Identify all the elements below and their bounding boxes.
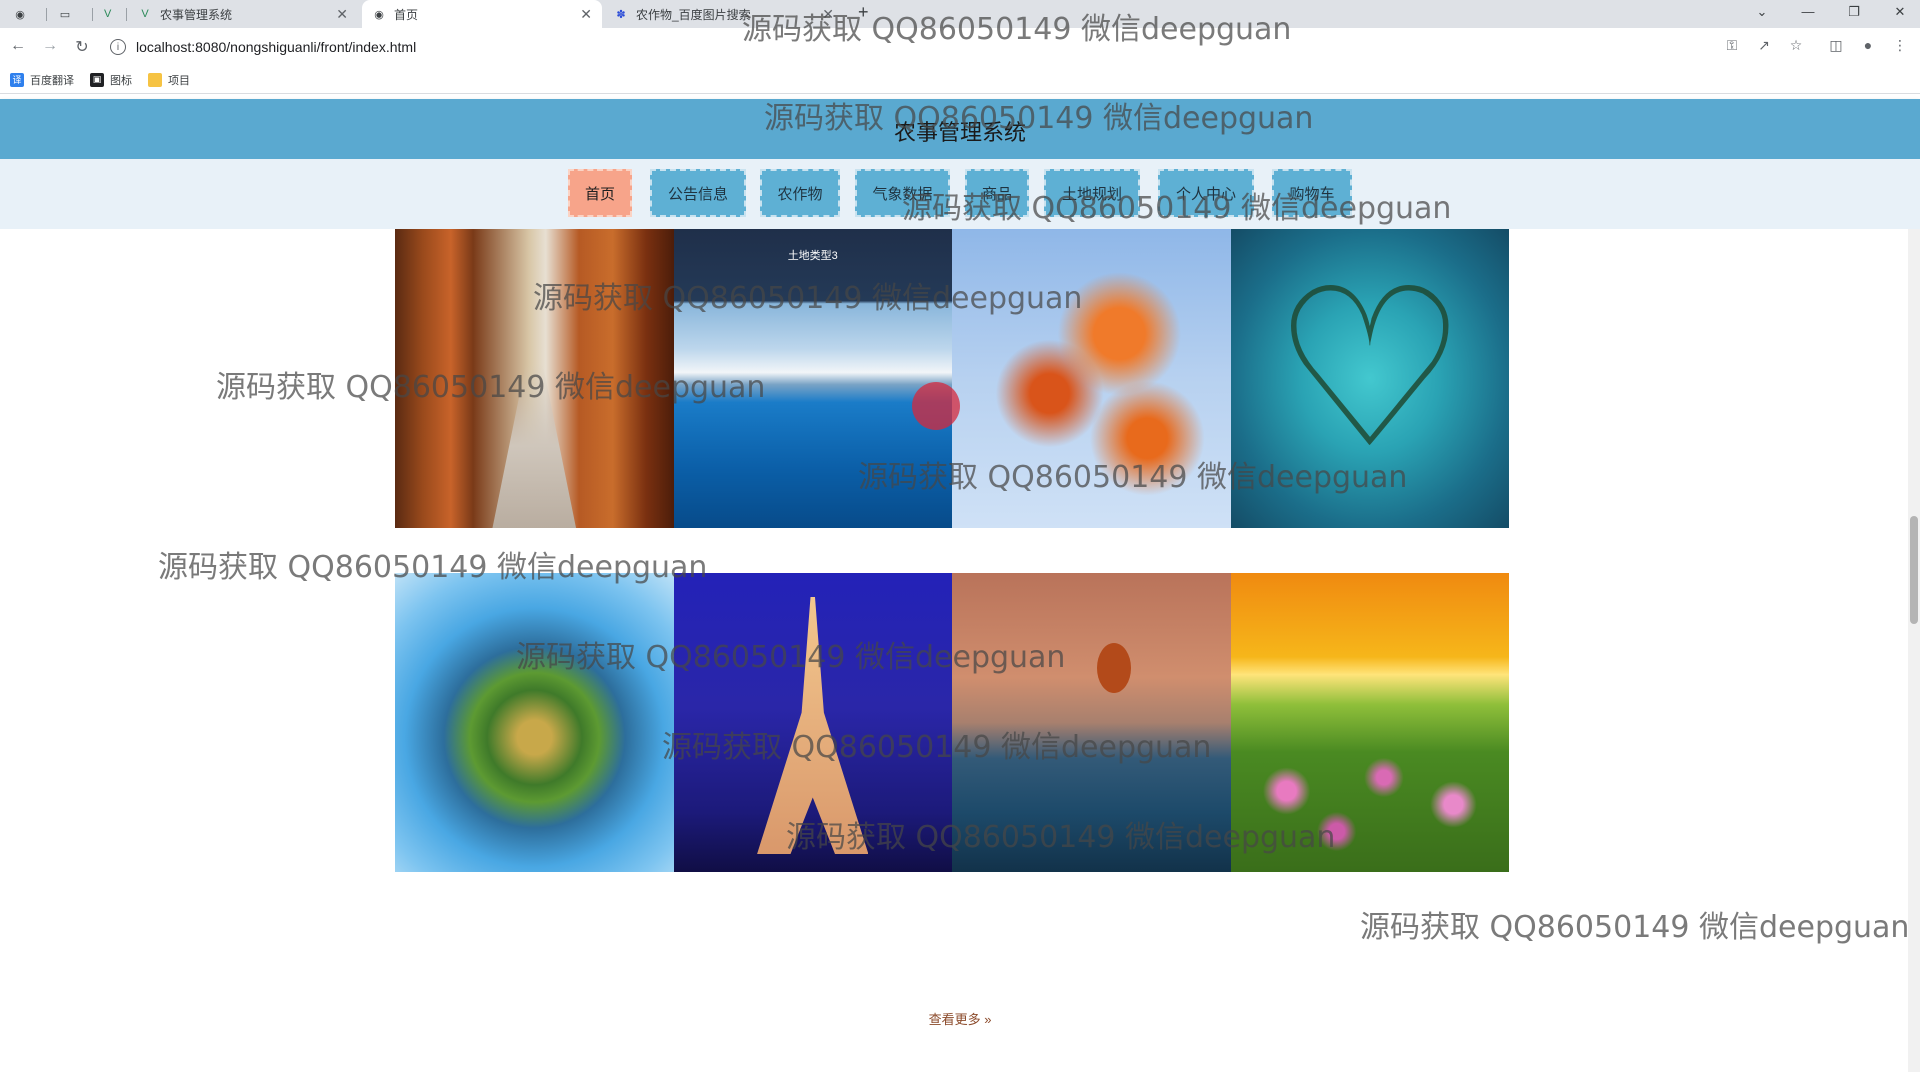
minimize-button[interactable]: — <box>1798 4 1818 19</box>
window-close-button[interactable]: ✕ <box>1890 4 1910 20</box>
nav-cart[interactable]: 购物车 <box>1272 169 1352 217</box>
card-corridor[interactable] <box>395 229 674 528</box>
nav-profile[interactable]: 个人中心 <box>1158 169 1254 217</box>
card-heart-island[interactable] <box>1230 229 1509 528</box>
watermark-text: 源码获取 QQ86050149 微信deepguan <box>1360 910 1910 945</box>
blank-icon: ▭ <box>59 8 71 21</box>
bookmark-label: 百度翻译 <box>30 74 74 87</box>
nav-home[interactable]: 首页 <box>568 169 632 217</box>
card-sunset[interactable] <box>1230 573 1509 872</box>
card-eiffel[interactable] <box>673 573 952 872</box>
side-panel-icon[interactable]: ◫ <box>1826 37 1846 54</box>
star-icon[interactable]: ☆ <box>1786 37 1806 54</box>
card-grid-row-1: 土地类型3 <box>395 229 1509 528</box>
back-icon[interactable]: ← <box>8 37 28 55</box>
card-moon[interactable] <box>952 573 1231 872</box>
url-text: localhost:8080/nongshiguanli/front/index… <box>136 39 417 55</box>
tab-nongshi[interactable]: V 农事管理系统 ✕ <box>128 0 358 28</box>
vue-icon: V <box>104 8 112 20</box>
tab-home[interactable]: ◉ 首页 ✕ <box>362 0 602 28</box>
key-icon[interactable]: ⚿ <box>1722 37 1742 54</box>
translate-icon: 译 <box>10 72 24 87</box>
menu-icon[interactable]: ⋮ <box>1890 37 1910 54</box>
tab-label: 首页 <box>394 7 419 22</box>
address-bar: ← → ↻ i localhost:8080/nongshiguanli/fro… <box>0 28 1920 66</box>
tab-pinned-2[interactable]: ▭ <box>48 0 90 28</box>
site-header: 农事管理系统 <box>0 99 1920 159</box>
view-more-link[interactable]: 查看更多 » <box>0 1009 1920 1028</box>
scrollbar-track[interactable] <box>1908 229 1920 1072</box>
new-tab-button[interactable]: + <box>858 2 869 23</box>
reload-icon[interactable]: ↻ <box>72 37 92 57</box>
close-icon[interactable]: ✕ <box>336 6 348 23</box>
tab-separator <box>92 8 93 21</box>
nav-crops[interactable]: 农作物 <box>760 169 840 217</box>
bookmark-baidu-fanyi[interactable]: 译 百度翻译 <box>10 72 74 88</box>
tab-separator <box>46 8 47 21</box>
card-lake[interactable]: 土地类型3 <box>673 229 952 528</box>
bookmark-label: 项目 <box>168 74 190 87</box>
tab-label: 农作物_百度图片搜索 <box>636 7 751 22</box>
tab-search-icon[interactable]: ⌄ <box>1752 4 1772 20</box>
view-more-label: 查看更多 <box>928 1012 981 1027</box>
nav-announcements[interactable]: 公告信息 <box>650 169 746 217</box>
double-chevron-right-icon: » <box>984 1012 992 1027</box>
image-icon: ▣ <box>90 72 104 87</box>
share-icon[interactable]: ↗ <box>1754 37 1774 54</box>
nav-weather[interactable]: 气象数据 <box>855 169 950 217</box>
tab-pinned-1[interactable]: ◉ <box>4 0 44 28</box>
main-nav: 首页 公告信息 农作物 气象数据 商品 土地规划 个人中心 购物车 <box>0 159 1920 229</box>
browser-tab-bar: ◉ ▭ V V 农事管理系统 ✕ ◉ 首页 ✕ ✽ 农作物_百度图片搜索 ✕ +… <box>0 0 1920 28</box>
close-icon[interactable]: ✕ <box>822 6 834 23</box>
scrollbar-thumb[interactable] <box>1910 516 1918 624</box>
globe-icon: ◉ <box>15 8 25 21</box>
close-icon[interactable]: ✕ <box>580 6 592 23</box>
nav-products[interactable]: 商品 <box>965 169 1029 217</box>
site-title: 农事管理系统 <box>893 120 1026 145</box>
bookmark-projects[interactable]: 项目 <box>148 72 190 88</box>
card-leaves[interactable] <box>952 229 1231 528</box>
vue-icon: V <box>141 8 149 20</box>
profile-icon[interactable]: ● <box>1858 37 1878 53</box>
tab-separator <box>126 8 127 21</box>
forward-icon[interactable]: → <box>40 37 60 55</box>
folder-icon <box>148 72 162 87</box>
card-title: 土地类型3 <box>787 250 838 262</box>
tab-label: 农事管理系统 <box>160 7 233 22</box>
globe-icon: ◉ <box>374 8 384 21</box>
tab-baidu-images[interactable]: ✽ 农作物_百度图片搜索 ✕ <box>604 0 844 28</box>
info-icon[interactable]: i <box>110 39 126 55</box>
baidu-icon: ✽ <box>616 8 626 21</box>
card-planet[interactable] <box>395 573 674 872</box>
bookmarks-bar: 译 百度翻译 ▣ 图标 项目 <box>0 66 1920 94</box>
bookmark-label: 图标 <box>110 74 132 87</box>
tab-pinned-3[interactable]: V <box>94 0 126 28</box>
bookmark-icons[interactable]: ▣ 图标 <box>90 72 132 88</box>
url-field[interactable]: i localhost:8080/nongshiguanli/front/ind… <box>110 34 1710 60</box>
card-grid-row-2 <box>395 573 1509 872</box>
restore-button[interactable]: ❐ <box>1844 4 1864 20</box>
cursor-highlight <box>912 382 960 430</box>
nav-land-planning[interactable]: 土地规划 <box>1044 169 1140 217</box>
